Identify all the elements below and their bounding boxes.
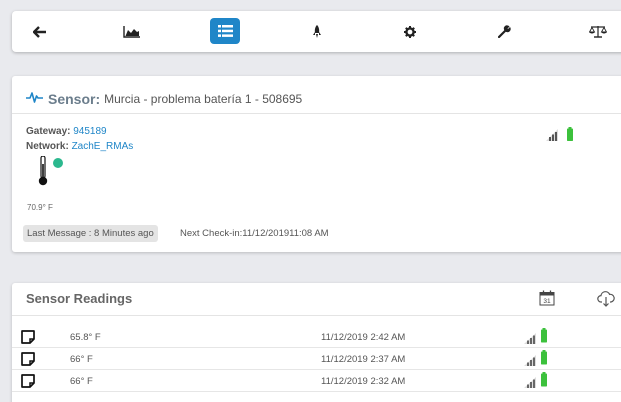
thermometer-icon [38,155,48,191]
list-icon[interactable] [210,18,240,44]
chart-icon[interactable] [121,11,143,52]
battery-icon [567,127,573,146]
readings-card: Sensor Readings 31 65.8° F 11/12/2019 2:… [12,283,621,402]
note-icon [21,374,35,393]
signal-battery-icon [522,328,550,350]
gateway-label: Gateway: [26,126,71,137]
divider [12,113,621,114]
note-icon [21,352,35,371]
network-label: Network: [26,141,69,152]
reading-temp: 65.8° F [70,332,101,343]
reading-date: 11/12/2019 2:42 AM [321,332,406,343]
reading-date: 11/12/2019 2:32 AM [321,376,406,387]
network-row: Network: ZachE_RMAs [26,141,133,152]
reading-date: 11/12/2019 2:37 AM [321,354,406,365]
sensor-header: Sensor: Murcia - problema batería 1 - 50… [26,90,302,108]
sensor-name: Murcia - problema batería 1 - 508695 [104,92,303,106]
sensor-card: Sensor: Murcia - problema batería 1 - 50… [12,76,621,252]
table-row[interactable]: 65.8° F 11/12/2019 2:42 AM [12,327,621,348]
divider [12,315,621,316]
signal-icon [546,128,558,146]
note-icon [21,330,35,349]
back-arrow-icon[interactable] [30,11,50,52]
table-row[interactable]: 66° F 11/12/2019 2:37 AM [12,349,621,370]
network-link[interactable]: ZachE_RMAs [72,141,134,152]
cloud-download-icon[interactable] [597,291,615,312]
readings-title: Sensor Readings [26,291,133,306]
signal-battery-icon [522,372,550,394]
reading-temp: 66° F [70,354,93,365]
status-dot [53,158,63,168]
current-temperature: 70.9° F [27,203,53,212]
gear-icon[interactable] [401,11,419,52]
scale-icon[interactable] [586,11,610,52]
next-checkin: Next Check-in:11/12/201911:08 AM [180,228,329,239]
table-row[interactable]: 66° F 11/12/2019 2:32 AM [12,371,621,392]
pulse-icon [26,90,43,108]
toolbar [12,11,621,52]
gateway-link[interactable]: 945189 [73,126,106,137]
last-message-badge: Last Message : 8 Minutes ago [23,225,158,242]
rocket-icon[interactable] [308,11,326,52]
calendar-day: 31 [543,298,551,305]
signal-battery-icon [522,350,550,372]
calendar-icon[interactable]: 31 [539,290,555,311]
reading-temp: 66° F [70,376,93,387]
gateway-row: Gateway: 945189 [26,126,107,137]
sensor-label: Sensor: [48,91,101,107]
wrench-icon[interactable] [495,11,513,52]
